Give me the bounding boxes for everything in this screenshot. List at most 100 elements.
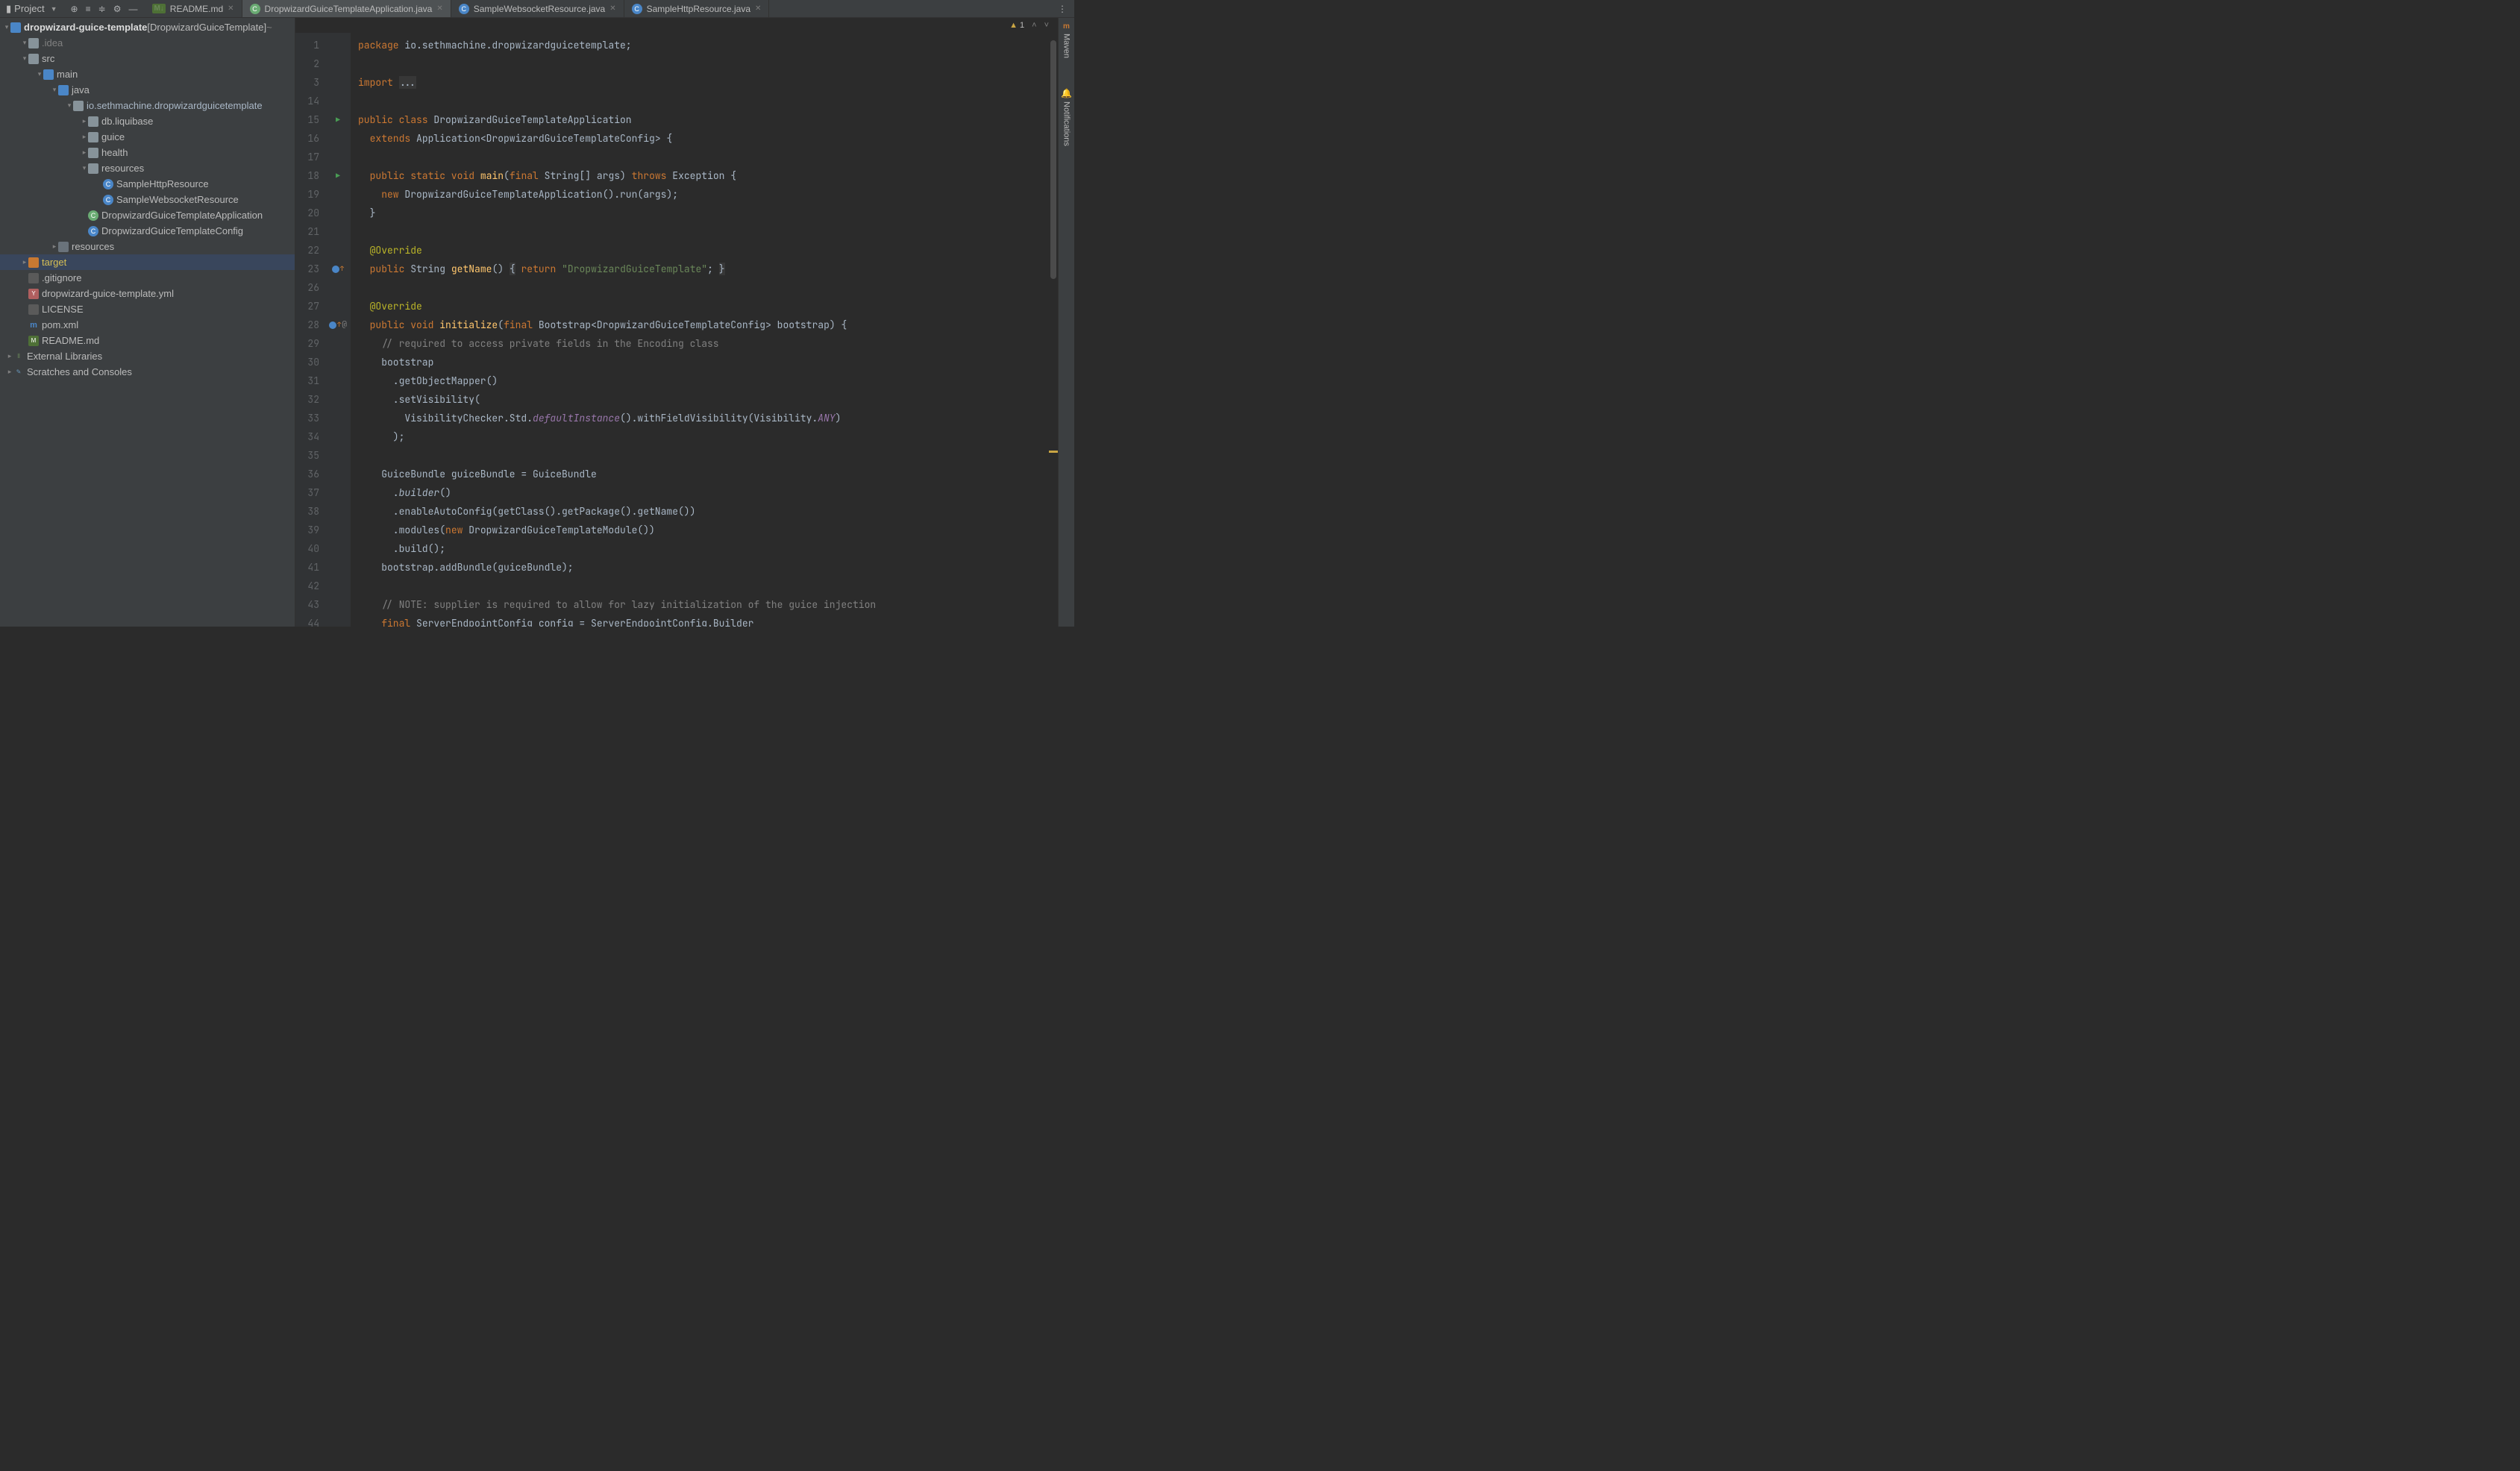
gutter-icons[interactable]: ▶▶↑↑@ [325,33,351,627]
tree-node[interactable]: ▾java [0,82,295,98]
code-line[interactable]: .modules(new DropwizardGuiceTemplateModu… [358,521,1049,539]
warnings-indicator[interactable]: ▲ 1 [1009,21,1024,30]
close-icon[interactable]: ✕ [436,4,442,13]
gutter-icon-cell[interactable] [327,278,349,297]
tree-node[interactable]: ▸guice [0,129,295,145]
gutter-icon-cell[interactable] [327,222,349,241]
line-number[interactable]: 40 [298,539,319,558]
gutter-icon-cell[interactable] [327,390,349,409]
gutter-icon-cell[interactable] [327,558,349,577]
tree-node[interactable]: ▸resources [0,239,295,254]
editor-tab[interactable]: M↓README.md✕ [145,0,242,17]
tree-node[interactable]: mpom.xml [0,317,295,333]
tree-node[interactable]: ▾.idea [0,35,295,51]
gutter-icon-cell[interactable] [327,36,349,54]
notifications-tool-button[interactable]: 🔔 Notifications [1061,88,1072,146]
code-line[interactable]: new DropwizardGuiceTemplateApplication()… [358,185,1049,204]
line-number[interactable]: 14 [298,92,319,110]
tree-node[interactable]: ▾src [0,51,295,66]
line-number[interactable]: 17 [298,148,319,166]
gutter-icon-cell[interactable] [327,54,349,73]
gutter-icon-cell[interactable] [327,427,349,446]
tree-node[interactable]: CDropwizardGuiceTemplateConfig [0,223,295,239]
code-line[interactable] [358,148,1049,166]
code-line[interactable]: .build(); [358,539,1049,558]
gutter-icon-cell[interactable] [327,204,349,222]
code-line[interactable]: final ServerEndpointConfig config = Serv… [358,614,1049,627]
line-number[interactable]: 38 [298,502,319,521]
code-line[interactable]: bootstrap.addBundle(guiceBundle); [358,558,1049,577]
line-number[interactable]: 34 [298,427,319,446]
collapse-icon[interactable]: ≑ [98,4,106,14]
close-icon[interactable]: ✕ [609,4,615,13]
line-number[interactable]: 2 [298,54,319,73]
line-number[interactable]: 26 [298,278,319,297]
override-icon[interactable] [332,266,339,273]
line-number[interactable]: 1 [298,36,319,54]
tree-node[interactable]: CDropwizardGuiceTemplateApplication [0,207,295,223]
tree-node[interactable]: ▾resources [0,160,295,176]
tree-node[interactable]: ▸target [0,254,295,270]
code-line[interactable]: .getObjectMapper() [358,371,1049,390]
code-line[interactable] [358,54,1049,73]
gutter-icon-cell[interactable] [327,185,349,204]
code-line[interactable]: .setVisibility( [358,390,1049,409]
line-number[interactable]: 18 [298,166,319,185]
code-line[interactable]: @Override [358,241,1049,260]
gutter-icon-cell[interactable] [327,502,349,521]
line-number[interactable]: 31 [298,371,319,390]
line-number[interactable]: 37 [298,483,319,502]
line-number[interactable]: 30 [298,353,319,371]
code-line[interactable]: extends Application<DropwizardGuiceTempl… [358,129,1049,148]
line-number[interactable]: 32 [298,390,319,409]
code-line[interactable]: .builder() [358,483,1049,502]
line-number[interactable]: 36 [298,465,319,483]
line-number[interactable]: 16 [298,129,319,148]
gutter-icon-cell[interactable] [327,92,349,110]
line-number[interactable]: 20 [298,204,319,222]
editor-tab[interactable]: CSampleHttpResource.java✕ [624,0,770,17]
expand-icon[interactable]: ≡ [86,4,91,14]
gutter-icon-cell[interactable] [327,129,349,148]
line-number[interactable]: 3 [298,73,319,92]
tree-node[interactable]: CSampleHttpResource [0,176,295,192]
tree-node[interactable]: ▸⫴External Libraries [0,348,295,364]
gutter-icon-cell[interactable] [327,148,349,166]
gutter-icon-cell[interactable] [327,465,349,483]
code-line[interactable]: VisibilityChecker.Std.defaultInstance().… [358,409,1049,427]
gutter-icon-cell[interactable] [327,614,349,627]
code-line[interactable]: } [358,204,1049,222]
close-icon[interactable]: ✕ [755,4,761,13]
tabs-overflow[interactable]: ⋮ [1050,0,1074,17]
project-tool-button[interactable]: ▮ Project ▼ [0,0,63,17]
tree-node[interactable]: Ydropwizard-guice-template.yml [0,286,295,301]
tree-node[interactable]: MREADME.md [0,333,295,348]
gutter-icon-cell[interactable] [327,577,349,595]
settings-icon[interactable]: ⚙ [113,4,122,14]
line-number[interactable]: 42 [298,577,319,595]
line-number[interactable]: 44 [298,614,319,627]
code-line[interactable]: // NOTE: supplier is required to allow f… [358,595,1049,614]
code-line[interactable] [358,278,1049,297]
project-tree[interactable]: ▾dropwizard-guice-template [DropwizardGu… [0,18,295,381]
gutter-icon-cell[interactable] [327,595,349,614]
line-number[interactable]: 35 [298,446,319,465]
project-tree-panel[interactable]: ▾dropwizard-guice-template [DropwizardGu… [0,18,295,627]
editor-scroll[interactable]: 1231415161718192021222326272829303132333… [295,33,1058,627]
tree-node[interactable]: ▾main [0,66,295,82]
code-line[interactable] [358,446,1049,465]
gutter-icon-cell[interactable] [327,297,349,316]
line-number[interactable]: 27 [298,297,319,316]
gutter-icon-cell[interactable] [327,371,349,390]
line-number[interactable]: 29 [298,334,319,353]
gutter-icon-cell[interactable] [327,73,349,92]
line-number-gutter[interactable]: 1231415161718192021222326272829303132333… [295,33,325,627]
prev-highlight-icon[interactable]: ˄ [1032,21,1036,30]
editor-scrollbar[interactable] [1049,33,1058,627]
line-number[interactable]: 15 [298,110,319,129]
run-icon[interactable]: ▶ [336,110,340,129]
tree-root[interactable]: ▾dropwizard-guice-template [DropwizardGu… [0,19,295,35]
code-line[interactable]: public String getName() { return "Dropwi… [358,260,1049,278]
gutter-icon-cell[interactable]: ▶ [327,110,349,129]
gutter-icon-cell[interactable] [327,241,349,260]
